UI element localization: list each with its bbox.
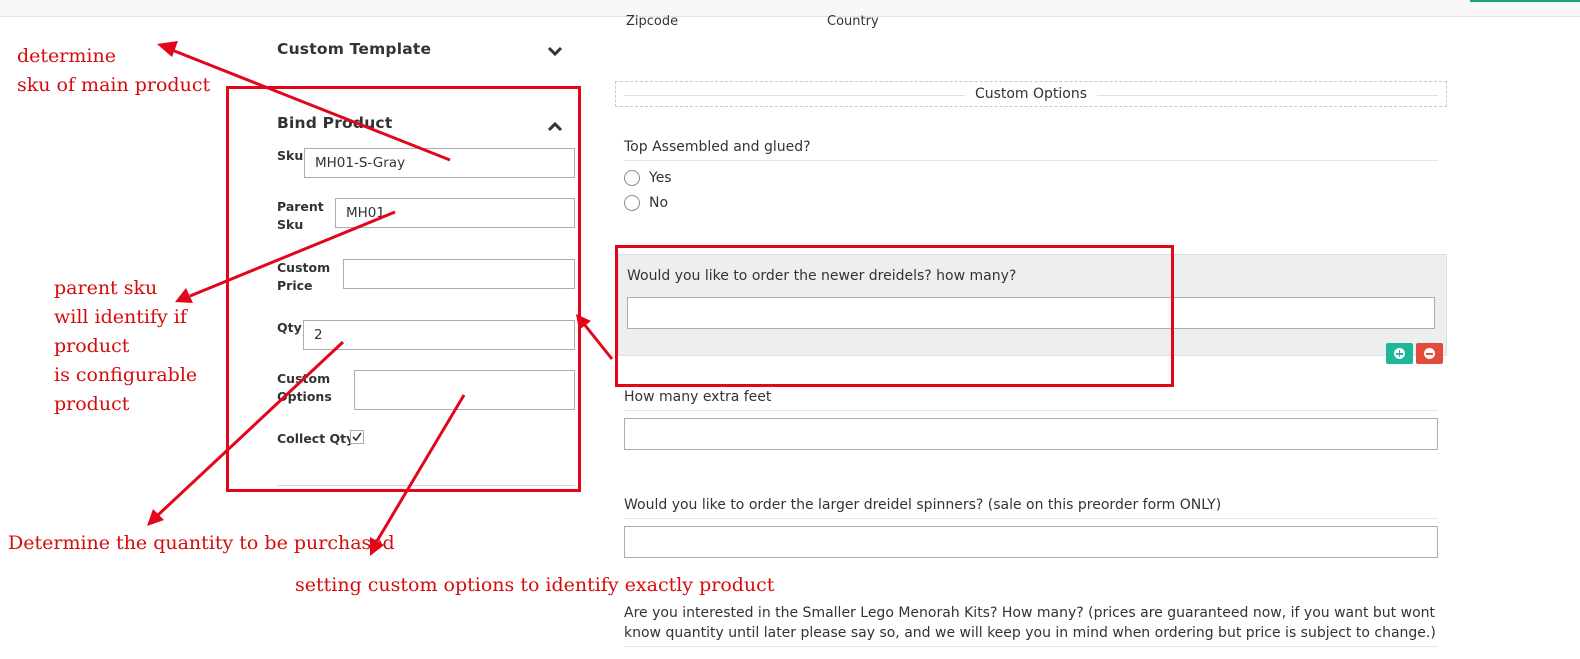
q3-rule xyxy=(624,410,1438,411)
annotation-parent-line3: product xyxy=(54,335,130,357)
annotation-options-note: setting custom options to identify exact… xyxy=(295,574,775,596)
arrow-dynamic-row xyxy=(582,323,614,360)
radio-no[interactable] xyxy=(624,195,640,211)
annotation-qty-note: Determine the quantity to be purchased xyxy=(8,532,395,554)
annotation-sku-line1: determine xyxy=(17,45,116,67)
zipcode-label: Zipcode xyxy=(626,14,679,29)
add-row-button[interactable] xyxy=(1386,343,1413,364)
annotation-sku-line2: sku of main product xyxy=(17,74,211,96)
plus-circle-icon xyxy=(1394,348,1405,359)
minus-circle-icon xyxy=(1424,348,1435,359)
custom-options-fieldset: Custom Options xyxy=(615,81,1447,107)
annotation-parent-note: parent sku will identify if product is c… xyxy=(54,274,197,419)
dreidel-question-highlight xyxy=(615,245,1174,387)
top-bar xyxy=(0,0,1580,17)
q5-rule xyxy=(624,646,1438,647)
annotation-parent-line1: parent sku xyxy=(54,277,158,299)
annotation-sku-note: determine sku of main product xyxy=(17,42,210,100)
q4-input[interactable] xyxy=(624,526,1438,558)
radio-option-yes[interactable]: Yes xyxy=(624,170,672,186)
radio-no-label: No xyxy=(649,195,669,211)
radio-yes[interactable] xyxy=(624,170,640,186)
remove-row-button[interactable] xyxy=(1416,343,1443,364)
arrow-qty-head xyxy=(147,509,164,526)
q4-rule xyxy=(624,518,1438,519)
q1-label: Top Assembled and glued? xyxy=(624,139,811,155)
country-label: Country xyxy=(827,14,879,29)
q3-label: How many extra feet xyxy=(624,389,772,405)
q4-label: Would you like to order the larger dreid… xyxy=(624,497,1222,513)
bind-product-highlight xyxy=(226,86,581,492)
q3-input[interactable] xyxy=(624,418,1438,450)
radio-option-no[interactable]: No xyxy=(624,195,668,211)
annotation-parent-line5: product xyxy=(54,393,130,415)
chevron-down-icon[interactable] xyxy=(546,44,564,60)
custom-template-title[interactable]: Custom Template xyxy=(277,40,431,58)
top-accent-bar xyxy=(1470,0,1580,2)
annotation-parent-line2: will identify if xyxy=(54,306,187,328)
radio-yes-label: Yes xyxy=(649,170,672,186)
annotation-parent-line4: is configurable xyxy=(54,364,198,386)
custom-options-legend: Custom Options xyxy=(964,86,1098,102)
q1-rule xyxy=(624,160,1438,161)
q5-label: Are you interested in the Smaller Lego M… xyxy=(624,605,1436,641)
